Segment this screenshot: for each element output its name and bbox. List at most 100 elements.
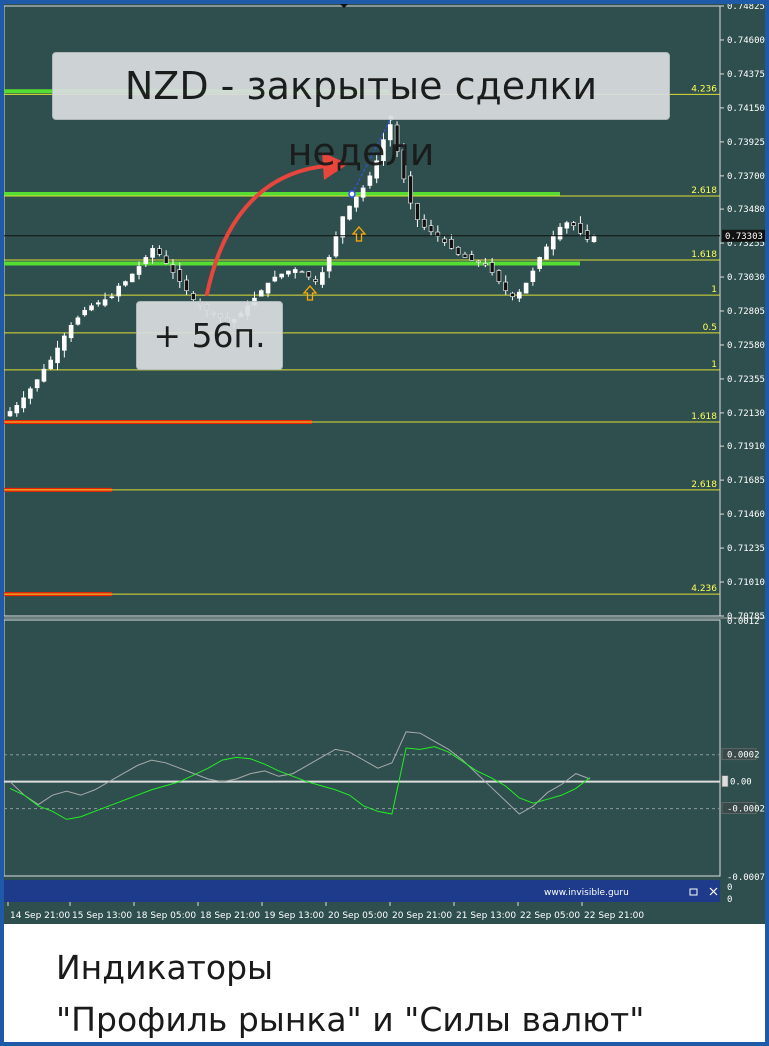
candle-body xyxy=(279,273,284,278)
candle-body xyxy=(28,388,33,399)
candle-body xyxy=(258,290,264,297)
candle-body xyxy=(299,271,305,273)
candle-body xyxy=(564,222,570,229)
chart-title-callout: NZD - закрытые сделки недели xyxy=(52,52,670,174)
chart-frame: 0.74825 0.74600 0.74375 0.74150 0.73925 0.737… xyxy=(4,4,765,1042)
fib-level-label: 1.618 xyxy=(691,412,717,422)
y-tick-label: 0.71685 xyxy=(727,476,765,486)
x-tick-label: 14 Sep 21:00 xyxy=(10,911,70,921)
y-tick-label: 0.73700 xyxy=(727,172,765,182)
fib-level-label: 1 xyxy=(711,285,717,295)
candle-body xyxy=(170,264,176,273)
candle-body xyxy=(320,272,325,285)
indicator-y-label: -0.0002 xyxy=(727,805,765,815)
candle-body xyxy=(550,235,556,250)
current-price-label: 0.73303 xyxy=(725,232,763,242)
candle-body xyxy=(537,257,542,269)
candle-body xyxy=(442,238,447,243)
candle-body xyxy=(333,235,339,257)
candle-body xyxy=(523,282,529,294)
candle-body xyxy=(496,270,502,282)
candle-body xyxy=(191,293,196,300)
candle-body xyxy=(184,279,189,291)
fib-level-label: 4.236 xyxy=(691,84,717,94)
candle-body xyxy=(177,269,183,282)
fib-level-label: 1.618 xyxy=(691,250,717,260)
candle-body xyxy=(421,219,427,228)
candle-body xyxy=(102,299,108,306)
y-tick-label: 0.72130 xyxy=(727,409,765,419)
candle-body xyxy=(489,262,495,273)
candle-body xyxy=(313,279,318,282)
fib-level-label: 4.236 xyxy=(691,584,717,594)
profit-callout: + 56п. xyxy=(136,301,283,370)
candle-body xyxy=(510,292,515,297)
x-tick-label: 22 Sep 21:00 xyxy=(584,911,644,921)
y-tick-label: 0.72580 xyxy=(727,341,765,351)
indicator-level-badge xyxy=(721,775,729,787)
candle-body xyxy=(123,281,128,286)
y-tick-label: 0.74825 xyxy=(727,4,765,12)
candle-body xyxy=(340,216,346,238)
candle-body xyxy=(286,270,291,275)
x-tick-label: 20 Sep 21:00 xyxy=(392,911,452,921)
candle-body xyxy=(95,302,101,305)
y-tick-label: 0.72805 xyxy=(727,307,765,317)
candle-body xyxy=(129,273,135,283)
x-tick-label: 20 Sep 05:00 xyxy=(328,911,388,921)
candle-body xyxy=(347,205,352,220)
y-tick-label: 0.73480 xyxy=(727,205,765,215)
indicator-y-label: 0 xyxy=(727,895,732,905)
candle-body xyxy=(571,222,576,226)
candle-body xyxy=(326,257,332,272)
watermark-text: www.invisible.guru xyxy=(544,888,629,898)
candle-body xyxy=(21,397,26,409)
x-tick-label: 19 Sep 13:00 xyxy=(264,911,324,921)
candle-body xyxy=(82,309,87,316)
fib-level-label: 1 xyxy=(711,360,717,370)
candle-body xyxy=(55,347,60,364)
x-tick-label: 22 Sep 05:00 xyxy=(520,911,580,921)
indicator-y-label: 0.0012 xyxy=(727,617,760,627)
x-tick-label: 18 Sep 05:00 xyxy=(136,911,196,921)
trade-entry-marker xyxy=(348,190,356,198)
y-tick-label: 0.71910 xyxy=(727,442,765,452)
candle-body xyxy=(272,276,278,282)
candle-body xyxy=(415,203,420,220)
candle-body xyxy=(62,335,67,351)
fib-level-label: 0.5 xyxy=(703,323,717,333)
y-tick-label: 0.74600 xyxy=(727,36,765,46)
fib-level-label: 2.618 xyxy=(691,480,717,490)
candle-body xyxy=(157,248,162,255)
indicator-y-label: 0 xyxy=(727,883,732,893)
y-tick-label: 0.73030 xyxy=(727,273,765,283)
x-tick-label: 21 Sep 13:00 xyxy=(456,911,516,921)
fib-level-label: 2.618 xyxy=(691,186,717,196)
candle-body xyxy=(584,230,590,240)
indicator-panel xyxy=(4,619,721,877)
y-tick-label: 0.72355 xyxy=(727,375,765,385)
candle-body xyxy=(517,291,522,299)
footer-line-1: Индикаторы xyxy=(56,948,274,987)
candle-body xyxy=(48,359,54,370)
candle-body xyxy=(503,281,509,291)
candle-body xyxy=(591,235,597,243)
candle-body xyxy=(163,255,169,264)
y-tick-label: 0.71010 xyxy=(727,578,765,588)
y-tick-label: 0.74150 xyxy=(727,104,765,114)
indicator-y-label: -0.0007 xyxy=(727,873,765,883)
y-tick-label: 0.74375 xyxy=(727,70,765,80)
candle-body xyxy=(428,225,434,233)
candle-body xyxy=(449,239,454,249)
candle-body xyxy=(75,317,81,325)
candle-body xyxy=(68,325,74,339)
indicator-y-label: 0.0002 xyxy=(727,751,760,761)
candle-body xyxy=(292,269,298,273)
candle-body xyxy=(455,246,461,255)
footer-caption: Индикаторы "Профиль рынка" и "Силы валют… xyxy=(56,942,756,1046)
y-tick-label: 0.71235 xyxy=(727,544,765,554)
candle-body xyxy=(143,257,149,265)
candle-body xyxy=(34,379,40,389)
candle-body xyxy=(306,271,312,278)
indicator-y-label: 0.00 xyxy=(730,778,752,788)
